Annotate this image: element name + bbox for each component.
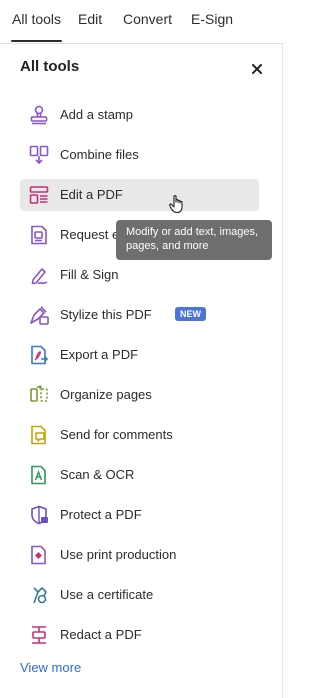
tool-label: Edit a PDF: [60, 187, 123, 202]
export-pdf-icon: [31, 345, 49, 365]
protect-pdf-icon: [31, 505, 48, 525]
new-badge: NEW: [175, 307, 206, 321]
combine-files-icon: [29, 145, 49, 165]
fill-sign-icon: [31, 268, 48, 285]
close-icon[interactable]: [249, 61, 265, 77]
certificate-icon: [33, 587, 47, 604]
edit-pdf-icon: [29, 186, 49, 204]
tab-all-tools[interactable]: All tools: [10, 11, 63, 42]
tool-protect-a-pdf[interactable]: Protect a PDF: [20, 499, 259, 531]
tab-e-sign[interactable]: E-Sign: [191, 11, 233, 27]
stylize-pdf-icon: [30, 306, 49, 325]
tool-label: Request e: [60, 227, 120, 242]
tool-label: Fill & Sign: [60, 267, 119, 282]
tool-organize-pages[interactable]: Organize pages: [20, 379, 259, 411]
tab-convert[interactable]: Convert: [123, 11, 172, 27]
scan-ocr-icon: [31, 465, 46, 485]
tool-label: Add a stamp: [60, 107, 133, 122]
tool-label: Export a PDF: [60, 347, 139, 362]
view-more-link[interactable]: View more: [20, 660, 81, 675]
hand-cursor-icon: [169, 194, 183, 214]
stamp-icon: [30, 105, 48, 125]
tool-stylize-this-pdf[interactable]: Stylize this PDF NEW: [20, 299, 259, 331]
tool-label: Protect a PDF: [60, 507, 142, 522]
tool-combine-files[interactable]: Combine files: [20, 139, 259, 171]
tool-use-a-certificate[interactable]: Use a certificate: [20, 579, 259, 611]
tool-send-for-comments[interactable]: Send for comments: [20, 419, 259, 451]
tool-label: Scan & OCR: [60, 467, 135, 482]
tool-use-print-production[interactable]: Use print production: [20, 539, 259, 571]
tool-add-a-stamp[interactable]: Add a stamp: [20, 99, 259, 131]
panel-divider: [282, 44, 283, 698]
organize-pages-icon: [30, 385, 48, 402]
tab-edit[interactable]: Edit: [78, 11, 102, 27]
tool-label: Organize pages: [60, 387, 152, 402]
request-esign-icon: [31, 225, 47, 245]
panel-title: All tools: [20, 58, 80, 75]
tool-label: Combine files: [60, 147, 139, 162]
tool-label: Use a certificate: [60, 587, 154, 602]
tool-export-a-pdf[interactable]: Export a PDF: [20, 339, 259, 371]
tool-edit-a-pdf[interactable]: Edit a PDF: [20, 179, 259, 211]
edit-pdf-tooltip: Modify or add text, images, pages, and m…: [116, 220, 272, 260]
send-comments-icon: [31, 425, 46, 445]
print-production-icon: [31, 545, 46, 565]
tool-label: Send for comments: [60, 427, 173, 442]
tool-label: Use print production: [60, 547, 177, 562]
tool-scan-and-ocr[interactable]: Scan & OCR: [20, 459, 259, 491]
tool-fill-and-sign[interactable]: Fill & Sign: [20, 259, 259, 291]
top-tab-bar: All tools Edit Convert E-Sign: [0, 0, 284, 44]
tool-label: Redact a PDF: [60, 627, 142, 642]
redact-pdf-icon: [32, 626, 46, 644]
tool-redact-a-pdf[interactable]: Redact a PDF: [20, 619, 259, 651]
tool-label: Stylize this PDF: [60, 307, 152, 322]
